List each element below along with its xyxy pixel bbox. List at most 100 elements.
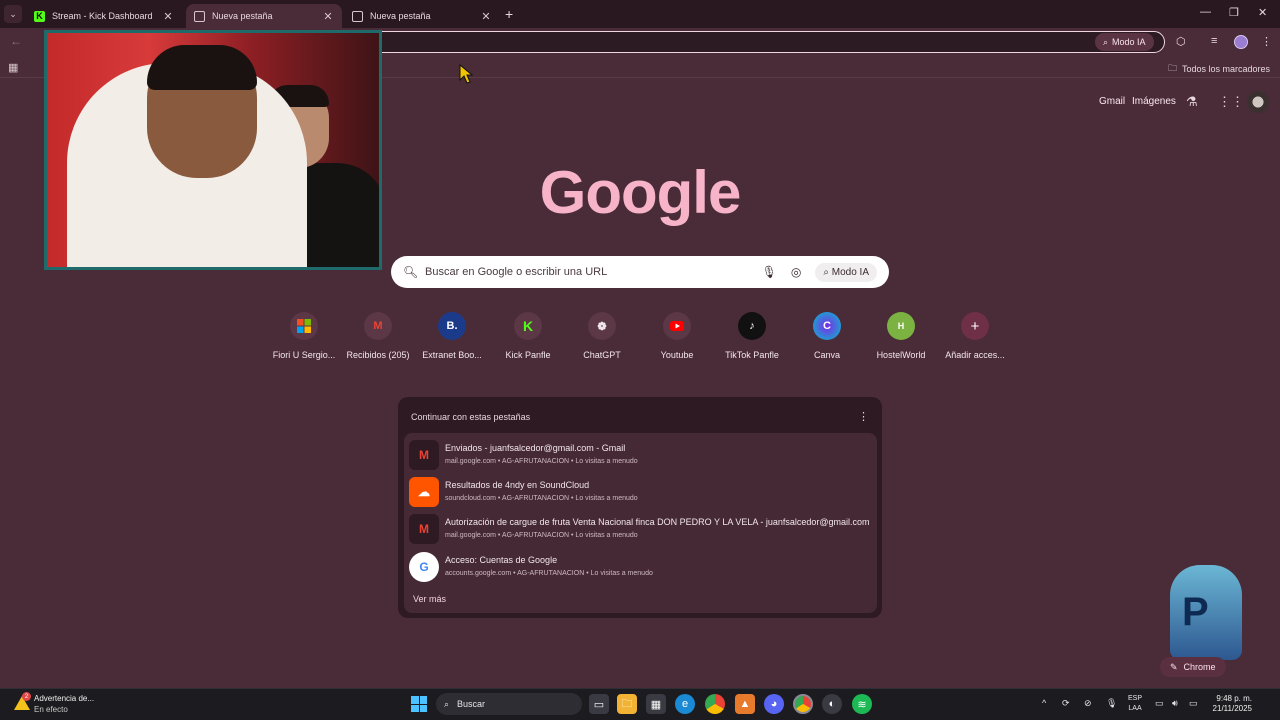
volume-icon[interactable]: 🔊︎ (1172, 698, 1178, 709)
shortcut-chatgpt[interactable]: ❁ ChatGPT (564, 312, 640, 360)
gmail-icon: M (409, 440, 439, 470)
item-meta: mail.google.com • AG-AFRUTANACION • Lo v… (445, 458, 638, 465)
search-icon: 🔍︎ (403, 265, 419, 279)
language-indicator[interactable]: ESP LAA (1128, 694, 1142, 714)
item-meta: mail.google.com • AG-AFRUTANACION • Lo v… (445, 532, 638, 539)
modo-ia-label: Modo IA (1112, 37, 1146, 47)
microphone-icon[interactable]: 🎙︎ (762, 265, 777, 279)
shortcut-tiktok-panfle[interactable]: ♪ TikTok Panfle (714, 312, 790, 360)
shortcut-hostelworld[interactable]: H HostelWorld (863, 312, 939, 360)
all-bookmarks-label: Todos los marcadores (1181, 64, 1270, 74)
shortcut-label: Canva (813, 350, 840, 360)
shortcut-youtube[interactable]: Youtube (639, 312, 715, 360)
shortcut-add[interactable]: + Añadir acces... (937, 312, 1013, 360)
tab-search-button[interactable]: ⌄ (4, 5, 22, 23)
microphone-icon[interactable]: 🎙︎ (1106, 698, 1117, 709)
shortcut-fiori[interactable]: Fiori U Sergio... (266, 312, 342, 360)
chevron-up-icon[interactable]: ^ (1042, 698, 1046, 708)
search-box[interactable]: 🔍︎ Buscar en Google o escribir una URL 🎙… (391, 256, 889, 288)
display-icon[interactable]: ▭ (1155, 698, 1164, 709)
images-link[interactable]: Imágenes (1132, 96, 1176, 107)
webcam-overlay (44, 30, 382, 270)
tab-title: Nueva pestaña (212, 11, 273, 21)
network-off-icon[interactable]: ⊘ (1084, 698, 1092, 709)
account-avatar[interactable] (1247, 91, 1269, 113)
close-icon[interactable]: ✕ (162, 10, 174, 23)
search-modo-ia-button[interactable]: ⌕ Modo IA (815, 262, 877, 282)
soundcloud-icon: ☁ (409, 477, 439, 507)
task-view-icon[interactable]: ▭ (589, 694, 609, 714)
sync-icon[interactable]: ⟳ (1062, 698, 1070, 709)
continue-tab-item[interactable]: M Autorización de cargue de fruta Venta … (409, 512, 869, 546)
more-options-icon[interactable]: ⋮ (858, 410, 869, 423)
continue-tab-item[interactable]: G Acceso: Cuentas de Google accounts.goo… (409, 550, 869, 584)
item-title: Autorización de cargue de fruta Venta Na… (445, 517, 869, 527)
battery-icon[interactable]: ▭ (1189, 698, 1198, 709)
kick-icon: K (34, 10, 45, 22)
apps-grid-icon[interactable]: ▦ (8, 61, 18, 74)
obs-icon[interactable]: ◐ (822, 694, 842, 714)
google-icon: G (409, 552, 439, 582)
search-input[interactable]: Buscar en Google o escribir una URL (425, 266, 762, 278)
mouse-cursor-icon (459, 64, 473, 84)
back-button[interactable]: ← (10, 34, 22, 48)
tab-new-tab-active[interactable]: Nueva pestaña ✕ (186, 4, 342, 28)
item-meta: soundcloud.com • AG-AFRUTANACION • Lo vi… (445, 495, 638, 502)
discord-icon[interactable]: ◕ (764, 694, 784, 714)
shortcut-label: Kick Panfle (505, 350, 551, 360)
system-clock[interactable]: 9:48 p. m. 21/11/2025 (1208, 694, 1252, 714)
continue-tab-item[interactable]: ☁ Resultados de 4ndy en SoundCloud sound… (409, 475, 869, 509)
extensions-icon[interactable]: ⬡ (1176, 35, 1186, 48)
address-bar[interactable] (370, 31, 1165, 53)
profile-avatar[interactable] (1234, 35, 1248, 49)
all-bookmarks-button[interactable]: 🗀 Todos los marcadores (1168, 61, 1270, 77)
file-explorer-icon[interactable]: 🗀 (617, 694, 637, 714)
windows-icon (290, 312, 318, 340)
new-tab-button[interactable]: + (505, 6, 513, 22)
tab-title: Nueva pestaña (370, 11, 431, 21)
tab-kick-dashboard[interactable]: K Stream - Kick Dashboard ✕ (26, 4, 182, 28)
close-icon[interactable]: ✕ (322, 10, 334, 23)
media-control-icon[interactable]: ≡ (1211, 35, 1217, 47)
webcam-person-1-hair (147, 45, 257, 90)
tab-new-tab[interactable]: Nueva pestaña ✕ (344, 4, 500, 28)
hostelworld-icon: H (887, 312, 915, 340)
shortcut-kick-panfle[interactable]: K Kick Panfle (490, 312, 566, 360)
customize-chrome-button[interactable]: ✎ Chrome (1160, 657, 1226, 677)
gmail-icon: M (409, 514, 439, 544)
see-more-link[interactable]: Ver más (413, 594, 446, 604)
chatgpt-icon: ❁ (588, 312, 616, 340)
shortcut-canva[interactable]: C Canva (789, 312, 865, 360)
labs-flask-icon[interactable]: ⚗ (1186, 94, 1198, 110)
continue-tab-item[interactable]: M Enviados - juanfsalcedor@gmail.com - G… (409, 438, 869, 472)
minimize-button[interactable]: — (1200, 6, 1211, 18)
gmail-link[interactable]: Gmail (1099, 96, 1125, 107)
store-icon[interactable]: ▦ (646, 694, 666, 714)
chrome-active-icon[interactable] (793, 694, 813, 714)
google-lens-icon[interactable]: ◎ (791, 265, 801, 279)
shortcut-label: HostelWorld (876, 350, 926, 360)
modo-ia-button[interactable]: ⌕ Modo IA (1095, 33, 1154, 51)
warning-title[interactable]: Advertencia de... (34, 694, 94, 703)
restore-button[interactable]: ❐ (1229, 6, 1239, 19)
vlc-icon[interactable]: ▲ (735, 694, 755, 714)
google-logo: Google (539, 159, 742, 226)
shortcut-extranet-booking[interactable]: B. Extranet Boo... (414, 312, 490, 360)
pencil-icon: ✎ (1170, 661, 1178, 672)
google-apps-icon[interactable]: ⋮⋮ (1218, 94, 1244, 110)
close-window-button[interactable]: ✕ (1258, 6, 1267, 19)
tiktok-icon: ♪ (738, 312, 766, 340)
menu-icon[interactable]: ⋮ (1261, 35, 1272, 48)
chrome-icon[interactable] (705, 694, 725, 714)
edge-icon[interactable]: e (675, 694, 695, 714)
windows-start-icon[interactable] (411, 696, 427, 712)
youtube-icon (663, 312, 691, 340)
item-title: Acceso: Cuentas de Google (445, 555, 558, 565)
gmail-icon: M (364, 312, 392, 340)
shortcut-recibidos[interactable]: M Recibidos (205) (340, 312, 416, 360)
taskbar-search[interactable]: ⌕ Buscar (436, 693, 582, 715)
spotify-icon[interactable]: ≋ (852, 694, 872, 714)
warning-count-badge: 2 (22, 692, 31, 701)
close-icon[interactable]: ✕ (480, 10, 492, 23)
folder-icon: 🗀 (1167, 63, 1177, 73)
